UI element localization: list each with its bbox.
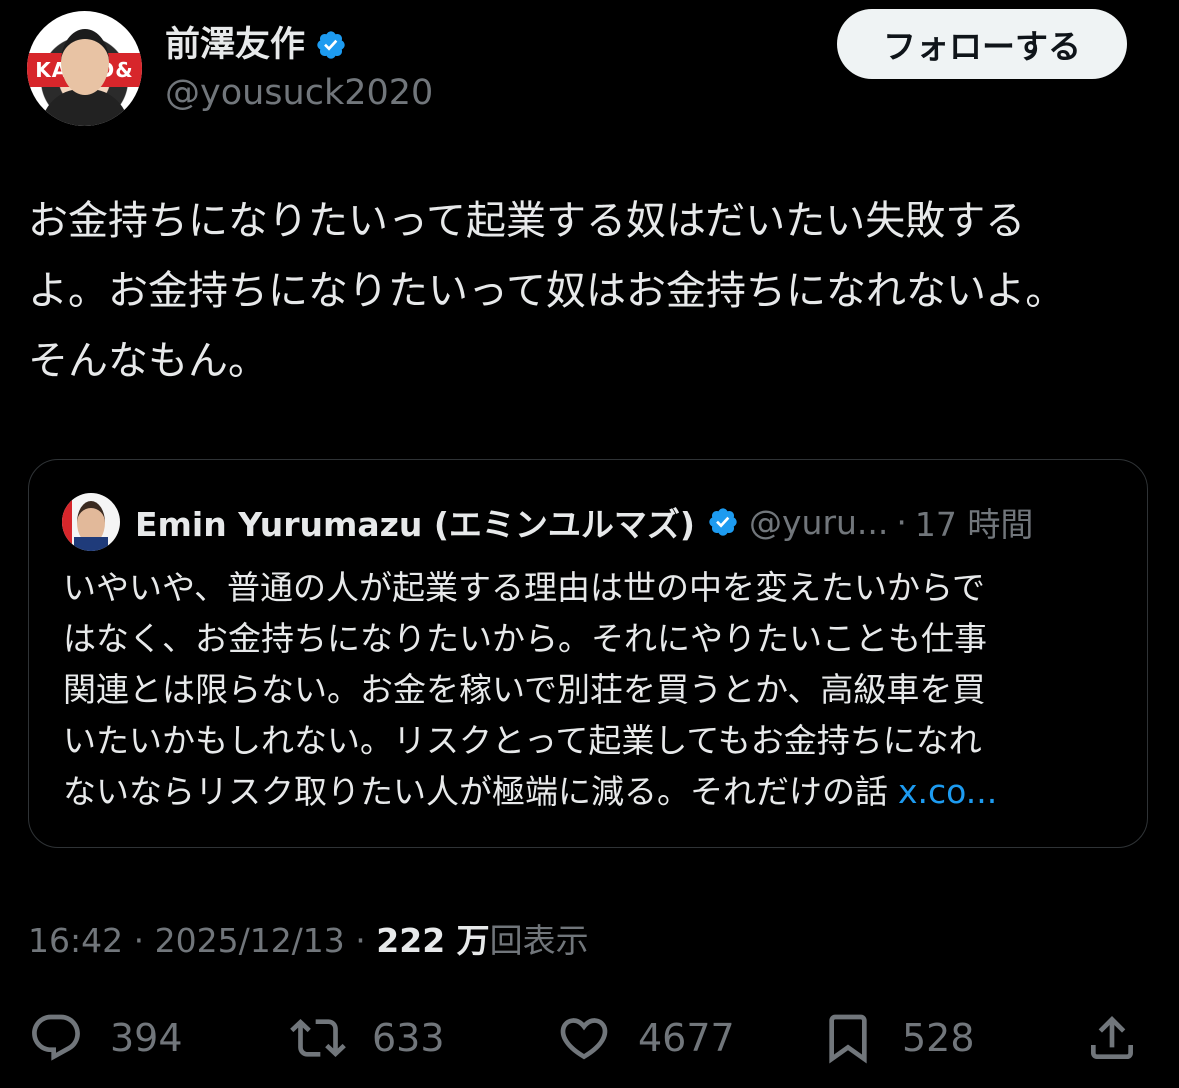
bookmark-icon <box>829 1014 867 1064</box>
tweet-header: KA・ID& 前澤友作 @yousuck2020 フォローする <box>0 0 1179 140</box>
verified-badge-icon <box>709 508 737 536</box>
avatar-shirt <box>74 537 108 551</box>
quoted-text-line: はなく、お金持ちになりたいから。それにやりたいことも仕事 <box>63 619 987 658</box>
author-display-name[interactable]: 前澤友作 <box>165 22 305 68</box>
quoted-text-line: いやいや、普通の人が起業する理由は世の中を変えたいからで <box>63 568 986 607</box>
show-more-link[interactable]: x.co... <box>898 772 997 811</box>
views-count[interactable]: 222 万 <box>376 921 489 960</box>
quoted-text-line: いたいかもしれない。リスクとって起業してもお金持ちになれ <box>63 721 982 760</box>
follow-button[interactable]: フォローする <box>837 9 1127 79</box>
separator-dot: · <box>344 921 377 960</box>
like-button[interactable]: 4677 <box>556 1000 735 1076</box>
heart-icon <box>560 1018 608 1060</box>
quoted-author-handle[interactable]: @yuru... <box>749 503 888 542</box>
separator-dot: · <box>123 921 155 960</box>
quoted-text-line: ないならリスク取りたい人が極端に減る。それだけの話 <box>63 772 888 811</box>
tweet-text-line: そんなもん。 <box>28 338 268 384</box>
action-bar: 394 633 4677 528 <box>0 1000 1179 1076</box>
quoted-author-avatar[interactable] <box>62 493 120 551</box>
author-name-row[interactable]: 前澤友作 <box>165 22 347 68</box>
bookmark-button[interactable]: 528 <box>820 1000 975 1076</box>
repost-arrows-icon <box>290 1019 346 1057</box>
quoted-tweet-header: Emin Yurumazu (エミンユルマズ) @yuru... · 17 時間 <box>135 498 1033 546</box>
author-handle[interactable]: @yousuck2020 <box>165 70 433 116</box>
share-button[interactable] <box>1084 1000 1140 1076</box>
tweet-text-line: お金持ちになりたいって起業する奴はだいたい失敗する <box>28 198 1026 244</box>
like-count: 4677 <box>638 1016 735 1060</box>
tweet-text-line: よ。お金持ちになりたいって奴はお金持ちになれないよ。 <box>28 268 1066 314</box>
quoted-tweet-card[interactable]: Emin Yurumazu (エミンユルマズ) @yuru... · 17 時間… <box>28 459 1148 848</box>
repost-count: 633 <box>372 1016 445 1060</box>
tweet-date[interactable]: 2025/12/13 <box>155 921 345 960</box>
reply-button[interactable]: 394 <box>28 1000 183 1076</box>
tweet-time[interactable]: 16:42 <box>28 921 123 960</box>
quoted-text-last-line: ないならリスク取りたい人が極端に減る。それだけの話 x.co... <box>63 766 1123 817</box>
quoted-tweet-time[interactable]: 17 時間 <box>915 498 1033 546</box>
tweet-metadata: 16:42 · 2025/12/13 · 222 万回表示 <box>28 918 589 964</box>
views-label: 回表示 <box>489 921 589 960</box>
quoted-text-line: 関連とは限らない。お金を稼いで別荘を買うとか、高級車を買 <box>63 670 986 709</box>
verified-badge-icon <box>317 31 345 59</box>
reply-count: 394 <box>110 1016 183 1060</box>
reply-bubble-icon <box>32 1014 80 1061</box>
repost-button[interactable]: 633 <box>290 1000 445 1076</box>
bookmark-count: 528 <box>902 1016 975 1060</box>
separator-dot: · <box>896 502 907 542</box>
quoted-tweet-text: いやいや、普通の人が起業する理由は世の中を変えたいからで はなく、お金持ちになり… <box>63 562 1123 817</box>
share-upload-icon <box>1091 1016 1133 1059</box>
avatar-accent <box>62 493 72 551</box>
tweet-text: お金持ちになりたいって起業する奴はだいたい失敗する よ。お金持ちになりたいって奴… <box>28 186 1148 396</box>
avatar-face <box>61 29 109 95</box>
quoted-author-name[interactable]: Emin Yurumazu (エミンユルマズ) <box>135 498 695 546</box>
author-avatar[interactable]: KA・ID& <box>27 11 142 126</box>
